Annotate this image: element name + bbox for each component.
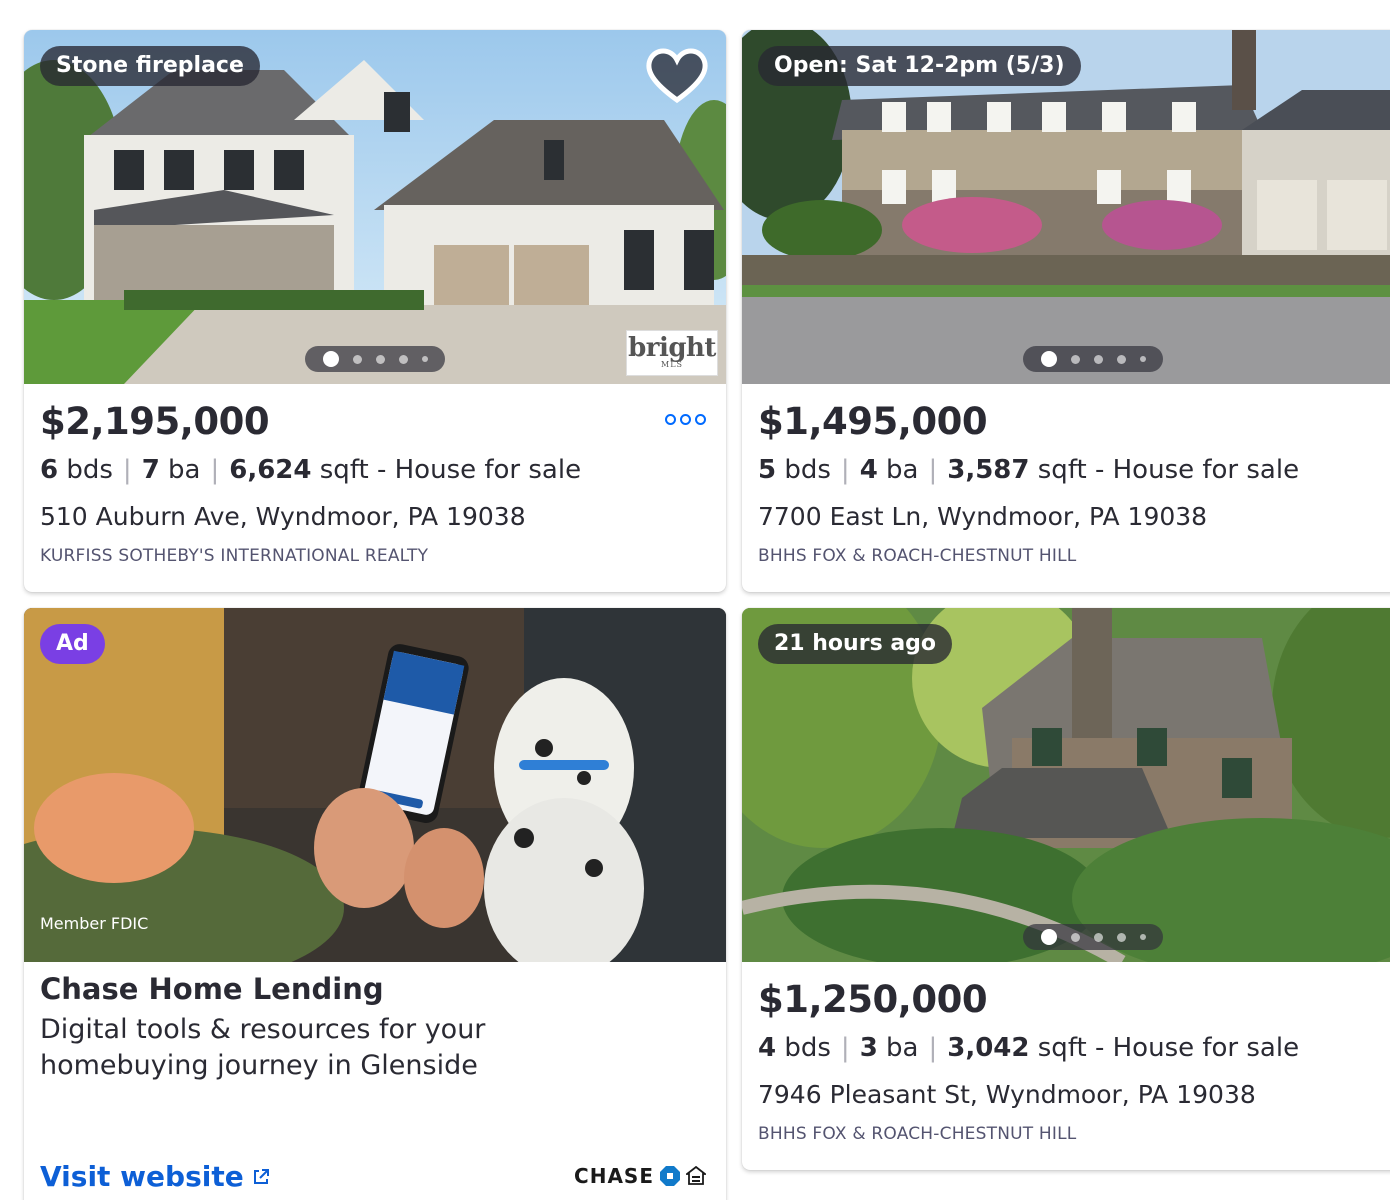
- listing-badge: Stone fireplace: [40, 46, 260, 86]
- separator: |: [122, 455, 132, 485]
- carousel-dots[interactable]: [1023, 346, 1163, 372]
- sqft-value: 3,042: [947, 1033, 1030, 1063]
- baths-unit: ba: [886, 1033, 919, 1063]
- listing-address[interactable]: 7700 East Ln, Wyndmoor, PA 19038: [758, 500, 1390, 534]
- carousel-dot[interactable]: [1040, 929, 1057, 945]
- listing-type: - House for sale: [1094, 455, 1300, 485]
- ad-photo[interactable]: Ad Member FDIC: [24, 608, 726, 962]
- carousel-dot[interactable]: [1070, 354, 1080, 364]
- listing-photo[interactable]: Open: Sat 12-2pm (5/3): [742, 30, 1390, 384]
- baths-count: 7: [141, 455, 160, 485]
- listing-type: - House for sale: [1094, 1033, 1300, 1063]
- listing-facts: 6 bds | 7 ba | 6,624 sqft - House for sale: [40, 452, 710, 488]
- carousel-dot[interactable]: [398, 354, 408, 364]
- listing-badge: Open: Sat 12-2pm (5/3): [758, 46, 1081, 86]
- listing-info: $1,250,000 4 bds | 3 ba | 3,042 sqft - House…: [758, 978, 1390, 1144]
- listing-photo[interactable]: 21 hours ago: [742, 608, 1390, 962]
- ad-badge: Ad: [40, 624, 105, 664]
- separator: |: [210, 455, 220, 485]
- sqft-unit: sqft: [319, 455, 369, 485]
- ad-card[interactable]: Ad Member FDIC Chase Home Lending Digita…: [24, 608, 726, 1200]
- listing-photo[interactable]: Stone fireplace bright MLS: [24, 30, 726, 384]
- listing-broker: BHHS FOX & ROACH-CHESTNUT HILL: [758, 546, 1077, 566]
- ad-title: Chase Home Lending: [40, 972, 384, 1006]
- listing-facts: 5 bds | 4 ba | 3,587 sqft - House for sale: [758, 452, 1390, 488]
- mls-logo: bright MLS: [626, 330, 718, 376]
- listing-info: $1,495,000 5 bds | 4 ba | 3,587 sqft - House…: [758, 400, 1390, 566]
- sqft-unit: sqft: [1037, 1033, 1087, 1063]
- ad-image: [24, 608, 726, 962]
- listing-broker: KURFISS SOTHEBY'S INTERNATIONAL REALTY: [40, 546, 429, 566]
- listing-type: - House for sale: [376, 455, 582, 485]
- separator: |: [928, 1033, 938, 1063]
- listing-card[interactable]: Open: Sat 12-2pm (5/3) $1,495,000 5 bds |…: [742, 30, 1390, 592]
- baths-unit: ba: [886, 455, 919, 485]
- listing-address[interactable]: 510 Auburn Ave, Wyndmoor, PA 19038: [40, 500, 710, 534]
- mls-logo-text: bright: [628, 333, 716, 363]
- listing-info: $2,195,000 6 bds | 7 ba | 6,624 sqft - House…: [40, 400, 710, 566]
- baths-unit: ba: [168, 455, 201, 485]
- chase-brand-text: CHASE: [574, 1164, 654, 1188]
- sqft-value: 6,624: [229, 455, 312, 485]
- beds-unit: bds: [66, 455, 113, 485]
- carousel-dots[interactable]: [1023, 924, 1163, 950]
- carousel-dot[interactable]: [1116, 932, 1126, 942]
- listing-price: $2,195,000: [40, 400, 270, 443]
- beds-count: 4: [758, 1033, 777, 1063]
- carousel-dot[interactable]: [322, 351, 339, 367]
- listing-card[interactable]: Stone fireplace bright MLS $2,195,000 6 …: [24, 30, 726, 592]
- listing-card[interactable]: 21 hours ago $1,250,000 4 bds | 3 ba | 3,042…: [742, 608, 1390, 1170]
- sqft-value: 3,587: [947, 455, 1030, 485]
- carousel-dot[interactable]: [1139, 356, 1146, 362]
- carousel-dot[interactable]: [1116, 354, 1126, 364]
- separator: |: [840, 1033, 850, 1063]
- carousel-dots[interactable]: [305, 346, 445, 372]
- separator: |: [928, 455, 938, 485]
- carousel-dot[interactable]: [1093, 932, 1103, 942]
- visit-website-link[interactable]: Visit website: [40, 1160, 270, 1193]
- carousel-dot[interactable]: [1093, 354, 1103, 364]
- fdic-label: Member FDIC: [40, 914, 149, 933]
- listing-facts: 4 bds | 3 ba | 3,042 sqft - House for sale: [758, 1030, 1390, 1066]
- carousel-dot[interactable]: [375, 354, 385, 364]
- carousel-dot[interactable]: [1070, 932, 1080, 942]
- listing-price: $1,250,000: [758, 978, 988, 1021]
- sqft-unit: sqft: [1037, 455, 1087, 485]
- separator: |: [840, 455, 850, 485]
- listing-address[interactable]: 7946 Pleasant St, Wyndmoor, PA 19038: [758, 1078, 1390, 1112]
- beds-unit: bds: [784, 1033, 831, 1063]
- equal-housing-icon: [686, 1166, 706, 1185]
- chase-logo: CHASE: [574, 1164, 706, 1188]
- external-link-icon: [253, 1168, 269, 1184]
- carousel-dot[interactable]: [421, 356, 428, 362]
- carousel-dot[interactable]: [1040, 351, 1057, 367]
- carousel-dot[interactable]: [352, 354, 362, 364]
- visit-website-label: Visit website: [40, 1160, 244, 1193]
- carousel-dot[interactable]: [1139, 934, 1146, 940]
- listing-price: $1,495,000: [758, 400, 988, 443]
- heart-icon[interactable]: [644, 44, 710, 106]
- beds-count: 6: [40, 455, 59, 485]
- ad-description: Digital tools & resources for your homeb…: [40, 1014, 486, 1081]
- beds-count: 5: [758, 455, 777, 485]
- listing-broker: BHHS FOX & ROACH-CHESTNUT HILL: [758, 1124, 1077, 1144]
- chase-octagon-icon: [660, 1166, 680, 1186]
- beds-unit: bds: [784, 455, 831, 485]
- baths-count: 4: [859, 455, 878, 485]
- baths-count: 3: [859, 1033, 878, 1063]
- listing-badge: 21 hours ago: [758, 624, 953, 664]
